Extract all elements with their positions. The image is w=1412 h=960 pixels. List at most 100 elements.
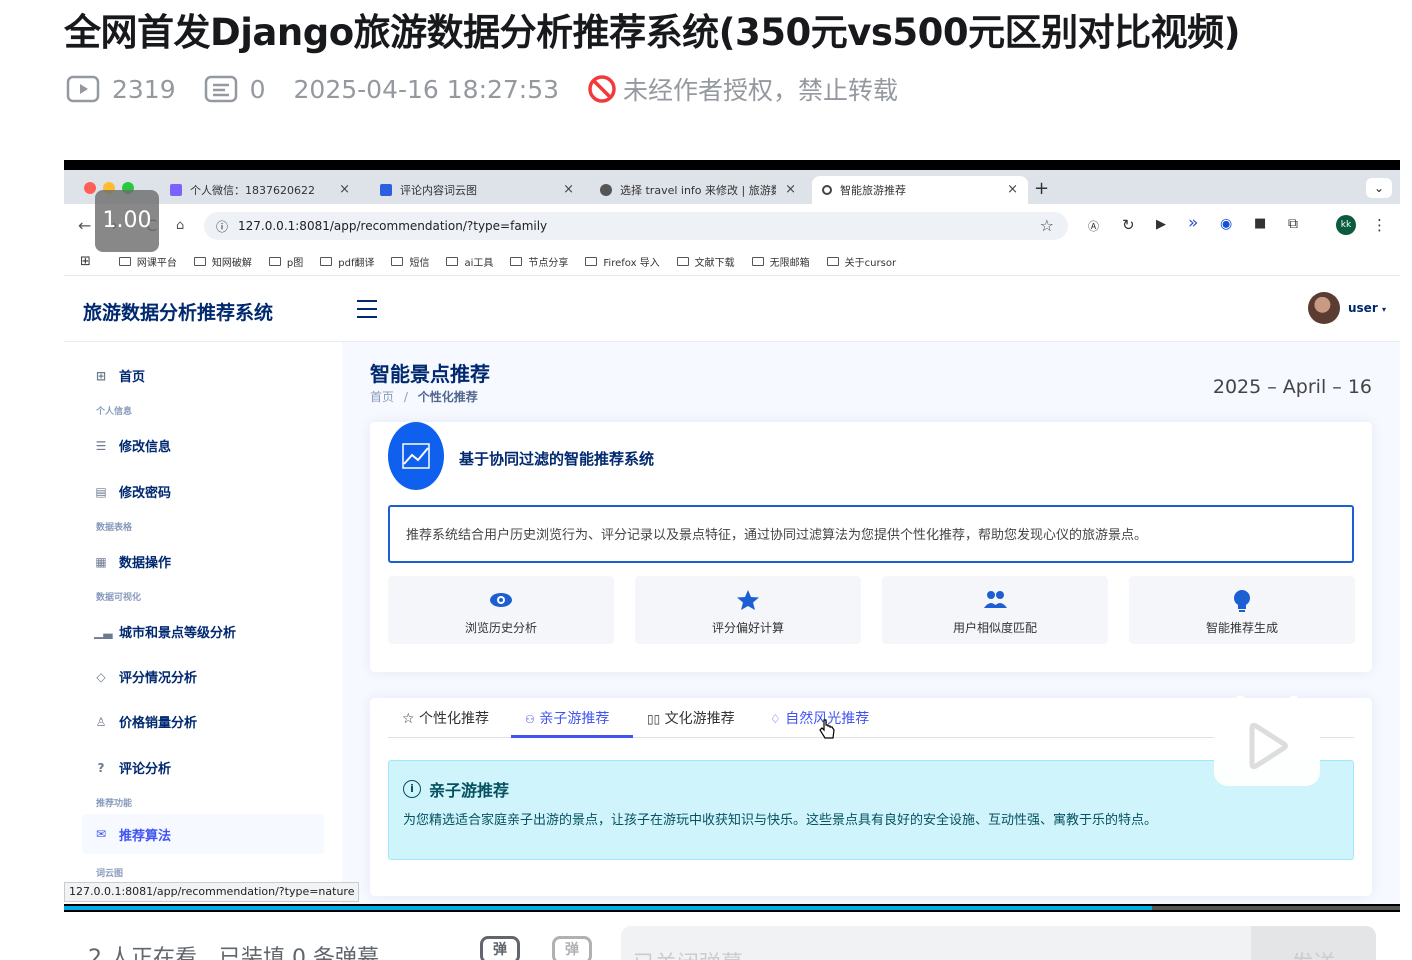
tv-play-icon[interactable] — [1212, 696, 1322, 788]
play-count-icon — [66, 75, 100, 103]
bookmark-star-icon[interactable]: ☆ — [1040, 216, 1054, 235]
menu-kebab-icon[interactable]: ⋮ — [1372, 216, 1387, 234]
breadcrumb-separator: / — [403, 390, 408, 404]
double-chevron-icon[interactable]: » — [1188, 213, 1198, 233]
sidebar-heading: 推荐功能 — [96, 799, 133, 809]
bookmark-folder[interactable]: 知网破解 — [193, 254, 252, 269]
extensions-puzzle-icon[interactable]: ⧉ — [1288, 216, 1298, 232]
progress-bar[interactable] — [64, 906, 1400, 910]
danmaku-toggle-icon[interactable]: 弹 — [480, 936, 520, 960]
video-player[interactable]: 个人微信：1837620622 × 评论内容词云图 × 选择 travel in… — [64, 160, 1400, 912]
profile-avatar[interactable]: kk — [1336, 215, 1356, 235]
danmaku-bar: 2 人正在看，已装填 0 条弹幕 弹 弹 已关闭弹幕 发送 — [64, 912, 1400, 960]
bookmark-folder[interactable]: 网课平台 — [118, 254, 177, 269]
bookmark-label: 短信 — [409, 258, 430, 269]
extension-circle-icon[interactable]: ◉ — [1220, 216, 1232, 232]
list-icon: ☰ — [95, 438, 107, 453]
bell-icon: ♢ — [770, 712, 781, 726]
user-avatar[interactable] — [1308, 292, 1340, 324]
bookmark-folder[interactable]: Firefox 导入 — [585, 254, 660, 269]
sidebar-item-rating-analysis[interactable]: ◇ 评分情况分析 — [94, 667, 198, 687]
close-tab-icon[interactable]: × — [339, 182, 350, 197]
hand-cursor-icon — [819, 719, 835, 739]
app-logo[interactable]: 旅游数据分析推荐系统 — [83, 298, 273, 325]
eye-icon — [490, 593, 512, 607]
folder-icon — [193, 257, 206, 266]
sidebar-item-city-analysis[interactable]: ▁▃ 城市和景点等级分析 — [94, 622, 236, 642]
browser-tab-wechat[interactable]: 个人微信：1837620622 × — [160, 176, 360, 204]
address-bar[interactable]: ⓘ 127.0.0.1:8081/app/recommendation/?typ… — [204, 212, 1068, 240]
bookmark-label: 关于cursor — [844, 258, 897, 269]
breadcrumb-current: 个性化推荐 — [417, 390, 478, 404]
close-tab-icon[interactable]: × — [785, 182, 796, 197]
sidebar-item-change-password[interactable]: ▤ 修改密码 — [94, 482, 171, 502]
translate-icon[interactable]: Ⓐ — [1088, 218, 1099, 234]
sidebar-item-price-analysis[interactable]: ♙ 价格销量分析 — [94, 712, 197, 732]
browser-tab-wordcloud[interactable]: 评论内容词云图 × — [370, 176, 584, 204]
bookmark-folder[interactable]: 无限邮箱 — [751, 254, 810, 269]
close-tab-icon[interactable]: × — [563, 182, 574, 197]
home-icon[interactable]: ⌂ — [176, 218, 184, 233]
bookmark-folder[interactable]: ai工具 — [446, 254, 493, 269]
system-card: 基于协同过滤的智能推荐系统 推荐系统结合用户历史浏览行为、评分记录以及景点特征，… — [370, 422, 1372, 672]
extension-mask-icon[interactable]: ■ — [1254, 216, 1266, 231]
send-button[interactable]: 发送 — [1251, 926, 1376, 960]
bookmark-folder[interactable]: 文献下载 — [676, 254, 735, 269]
person-icon: ♙ — [95, 714, 107, 729]
sidebar-item-label: 首页 — [119, 370, 146, 385]
feature-label: 用户相似度匹配 — [952, 621, 1037, 635]
lightbulb-icon — [1234, 590, 1250, 612]
bookmark-label: 网课平台 — [136, 258, 177, 269]
info-text: 为您精选适合家庭亲子出游的景点，让孩子在游玩中收获知识与快乐。这些景点具有良好的… — [403, 813, 1158, 828]
folder-icon — [446, 257, 459, 266]
site-info-icon[interactable]: ⓘ — [216, 218, 228, 235]
sidebar-item-comment-analysis[interactable]: ? 评论分析 — [94, 758, 172, 778]
bookmark-label: pdf翻译 — [338, 258, 375, 269]
sidebar-item-data-ops[interactable]: ▦ 数据操作 — [94, 552, 171, 572]
playback-speed-badge[interactable]: 1.00 — [95, 190, 159, 252]
close-window-icon[interactable] — [84, 182, 96, 194]
info-title: i 亲子游推荐 — [403, 777, 509, 801]
video-title: 全网首发Django旅游数据分析推荐系统(350元vs500元区别对比视频) — [64, 11, 1241, 54]
bookmark-folder[interactable]: 短信 — [391, 254, 429, 269]
bookmark-folder[interactable]: 节点分享 — [510, 254, 568, 269]
tab-favicon-icon — [170, 184, 182, 196]
tab-label: 亲子游推荐 — [539, 711, 610, 727]
breadcrumb-home[interactable]: 首页 — [370, 390, 394, 404]
tab-favicon-icon — [822, 185, 832, 195]
bookmark-folder[interactable]: p图 — [268, 254, 303, 269]
back-icon[interactable]: ← — [78, 216, 91, 235]
close-tab-icon[interactable]: × — [1007, 182, 1018, 197]
play-extension-icon[interactable]: ▶ — [1156, 217, 1166, 232]
sidebar-item-label: 评分情况分析 — [119, 671, 198, 686]
tab-culture[interactable]: ▯▯ 文化游推荐 — [647, 708, 735, 728]
tab-family[interactable]: ⚇ 亲子游推荐 — [525, 708, 609, 728]
apps-grid-icon[interactable]: ⊞ — [80, 254, 91, 269]
user-menu[interactable]: user ▾ — [1348, 301, 1386, 315]
sidebar-item-home[interactable]: ⊞ 首页 — [94, 366, 146, 386]
sidebar-toggle-icon[interactable] — [357, 300, 377, 324]
browser-tab-admin[interactable]: 选择 travel info 来修改 | 旅游数 × — [590, 176, 806, 204]
forbidden-icon — [588, 75, 616, 103]
sidebar-heading: 词云图 — [96, 869, 124, 879]
browser-tab-active[interactable]: 智能旅游推荐 × — [812, 176, 1028, 204]
info-circle-icon: i — [403, 780, 421, 798]
user-name: user — [1348, 301, 1378, 315]
folder-icon — [268, 257, 281, 266]
feature-label: 智能推荐生成 — [1205, 621, 1278, 635]
tab-personalized[interactable]: ☆ 个性化推荐 — [402, 708, 489, 728]
date-display: 2025 – April – 16 — [1212, 376, 1372, 398]
new-tab-icon[interactable]: + — [1034, 178, 1049, 199]
bookmark-folder[interactable]: 关于cursor — [826, 254, 897, 269]
main-content: 智能景点推荐 首页 / 个性化推荐 2025 – April – 16 基于协同… — [342, 342, 1400, 904]
bookmark-folder[interactable]: pdf翻译 — [320, 254, 374, 269]
app-header: 旅游数据分析推荐系统 user ▾ — [64, 276, 1400, 342]
tab-search-icon[interactable]: ⌄ — [1366, 178, 1392, 198]
danmaku-input[interactable]: 已关闭弹幕 — [621, 926, 1251, 960]
sync-icon[interactable]: ↻ — [1122, 216, 1135, 234]
view-count-value: 2319 — [112, 74, 176, 104]
sidebar-item-rec-algorithm[interactable]: ✉ 推荐算法 — [82, 814, 324, 854]
tab-favicon-icon — [380, 184, 392, 196]
sidebar-item-edit-info[interactable]: ☰ 修改信息 — [94, 436, 171, 456]
danmaku-settings-icon[interactable]: 弹 — [552, 936, 592, 960]
